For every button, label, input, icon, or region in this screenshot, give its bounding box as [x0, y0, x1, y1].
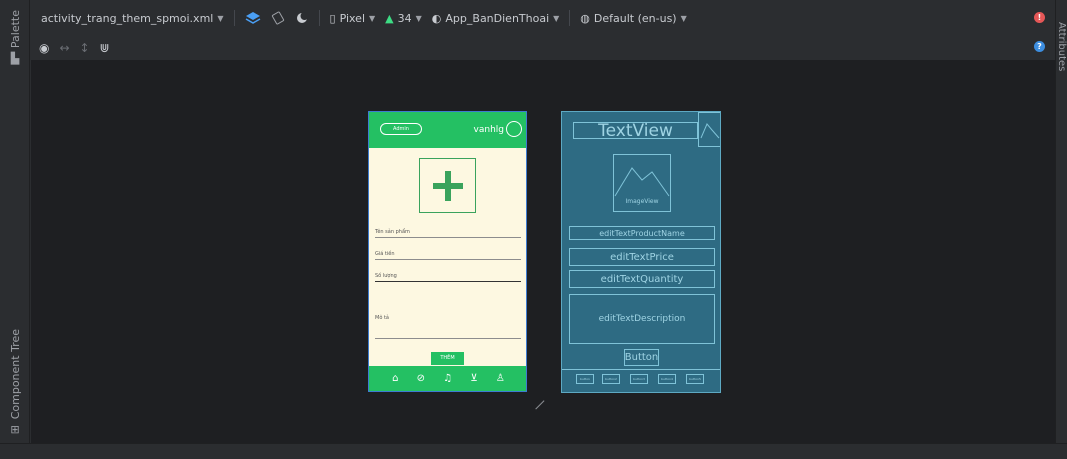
eye-icon[interactable]: ◉	[39, 41, 49, 55]
component-tree-icon: ⊞	[10, 423, 20, 437]
quantity-blueprint[interactable]: editTextQuantity	[569, 270, 715, 288]
vertical-resize-icon[interactable]: ↕	[80, 41, 90, 55]
device-selector[interactable]: ▯ Pixel ▼	[330, 12, 376, 25]
layers-icon	[245, 12, 260, 24]
right-tool-strip: Attributes	[1055, 0, 1067, 443]
imageview-label: ImageView	[625, 197, 659, 205]
quantity-field[interactable]: Số lượng	[375, 273, 521, 282]
cart-icon[interactable]: ⊻	[470, 373, 477, 384]
phone-icon: ▯	[329, 11, 336, 25]
status-bar	[0, 443, 1067, 459]
image-icon	[700, 122, 719, 138]
design-toolbar: activity_trang_them_spmoi.xml ▼ ▯ Pixel …	[31, 0, 1055, 36]
theme-selector[interactable]: ◐ App_BanDienThoai ▼	[432, 12, 560, 25]
file-name: activity_trang_them_spmoi.xml	[41, 11, 214, 25]
design-preview[interactable]: Admin vanhlg Tên sản phẩm Giá tiền Số lư…	[368, 111, 527, 392]
api-level: 34	[397, 11, 412, 25]
orientation-button[interactable]	[271, 11, 285, 25]
chevron-down-icon: ▼	[415, 13, 422, 23]
nav-button-5-blueprint[interactable]: button5	[686, 374, 704, 384]
bottom-nav: ⌂ ⊘ ♫ ⊻ ♙	[369, 366, 526, 391]
design-surface-button[interactable]	[245, 11, 261, 25]
add-button[interactable]: THÊM	[431, 352, 464, 365]
textview-blueprint[interactable]: TextView	[573, 121, 698, 141]
palette-tab-label: Palette	[8, 9, 22, 49]
imageview-blueprint[interactable]: ImageView	[613, 154, 671, 212]
error-icon[interactable]: !	[1034, 12, 1045, 23]
component-tree-tab-label: Component Tree	[8, 328, 22, 420]
night-mode-button[interactable]	[295, 11, 309, 25]
plus-icon	[432, 170, 463, 201]
chevron-down-icon: ▼	[553, 13, 560, 23]
device-name: Pixel	[339, 11, 366, 25]
username-label: vanhlg	[473, 125, 504, 135]
chevron-down-icon: ▼	[369, 13, 376, 23]
add-image-button[interactable]	[419, 158, 476, 213]
nav-button-2-blueprint[interactable]: button2	[602, 374, 620, 384]
description-field[interactable]: Mô tả	[375, 315, 521, 339]
nav-button-1-blueprint[interactable]: button	[576, 374, 594, 384]
bell-icon[interactable]: ♫	[443, 373, 452, 384]
locale-name: Default (en-us)	[593, 11, 677, 25]
theme-name: App_BanDienThoai	[445, 11, 550, 25]
locale-selector[interactable]: ◍ Default (en-us) ▼	[580, 12, 686, 25]
design-canvas	[31, 60, 1055, 443]
image-blueprint-small[interactable]	[698, 112, 720, 147]
palette-icon: ▙	[10, 52, 20, 66]
horizontal-resize-icon[interactable]: ↔	[59, 41, 69, 55]
admin-badge[interactable]: Admin	[380, 123, 422, 135]
android-icon: ▲	[385, 11, 394, 25]
app-header: Admin vanhlg	[369, 112, 526, 148]
theme-icon: ◐	[431, 11, 442, 25]
globe-icon: ◍	[580, 11, 590, 25]
account-icon[interactable]	[506, 121, 522, 137]
toolbar-divider	[569, 10, 571, 26]
toolbar-divider	[233, 10, 235, 26]
user-icon[interactable]: ♙	[496, 373, 505, 384]
product-name-field[interactable]: Tên sản phẩm	[375, 229, 521, 238]
toolbar-divider	[318, 10, 320, 26]
nav-button-3-blueprint[interactable]: button3	[630, 374, 648, 384]
file-selector[interactable]: activity_trang_them_spmoi.xml ▼	[41, 12, 224, 25]
component-tree-tab[interactable]: Component Tree ⊞	[0, 329, 30, 436]
image-icon	[614, 166, 670, 196]
nav-button-4-blueprint[interactable]: button4	[658, 374, 676, 384]
chevron-down-icon: ▼	[217, 13, 224, 23]
left-tool-strip: Palette ▙ Component Tree ⊞	[0, 0, 30, 443]
night-mode-icon	[296, 12, 308, 23]
tag-icon[interactable]: ⊘	[417, 373, 425, 384]
help-icon[interactable]: ?	[1034, 41, 1045, 52]
view-options-toolbar: ◉ ↔ ↕ ⋓	[31, 36, 1055, 60]
blueprint-preview[interactable]: TextView ImageView editTextProductName e…	[561, 111, 721, 393]
api-level-selector[interactable]: ▲ 34 ▼	[385, 12, 422, 25]
chevron-down-icon: ▼	[680, 13, 687, 23]
product-name-blueprint[interactable]: editTextProductName	[569, 226, 715, 240]
bottom-nav-blueprint: button button2 button3 button4 button5	[562, 369, 720, 392]
palette-tab[interactable]: Palette ▙	[0, 10, 30, 65]
button-blueprint[interactable]: Button	[624, 349, 659, 366]
magnet-icon[interactable]: ⋓	[100, 41, 110, 55]
rotate-device-icon	[271, 11, 284, 25]
price-blueprint[interactable]: editTextPrice	[569, 248, 715, 266]
attributes-tab[interactable]: Attributes	[1056, 22, 1067, 71]
price-field[interactable]: Giá tiền	[375, 251, 521, 260]
home-icon[interactable]: ⌂	[392, 373, 398, 384]
description-blueprint[interactable]: editTextDescription	[569, 294, 715, 344]
